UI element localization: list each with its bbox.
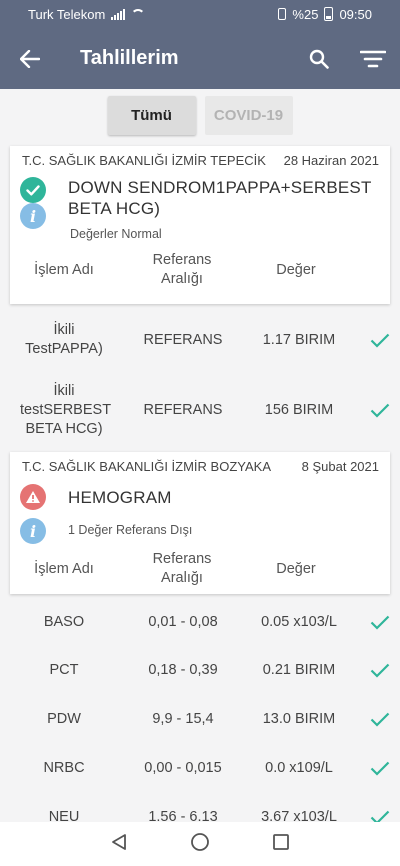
system-nav-bar [0, 822, 400, 866]
result-card[interactable]: T.C. SAĞLIK BAKANLIĞI İZMİR BOZYAKA 8 Şu… [10, 452, 390, 594]
row-name: İkili testSERBEST BETA HCG) [20, 382, 112, 437]
row-name: PDW [47, 710, 81, 727]
info-icon[interactable]: i [20, 518, 46, 544]
row-value: 13.0 BIRIM [262, 711, 336, 727]
hospital-name: T.C. SAĞLIK BAKANLIĞI İZMİR BOZYAKA [22, 459, 271, 474]
row-value: 1.17 BIRIM [262, 332, 336, 348]
table-row[interactable]: PDW 9,9 - 15,4 13.0 BIRIM [0, 707, 400, 731]
app-bar: Tahlillerim [0, 28, 400, 89]
column-header-range: Referans Aralığı [152, 551, 212, 586]
filter-icon [360, 50, 386, 67]
check-icon [360, 663, 400, 678]
result-card[interactable]: T.C. SAĞLIK BAKANLIĞI İZMİR TEPECİK 28 H… [10, 146, 390, 304]
result-date: 8 Şubat 2021 [301, 459, 379, 474]
column-header-name: İşlem Adı [34, 261, 94, 278]
circle-home-icon [191, 832, 209, 851]
table-row[interactable]: BASO 0,01 - 0,08 0.05 x103/L [0, 610, 400, 634]
row-value: 0.0 x109/L [265, 760, 333, 776]
result-summary: Değerler Normal [70, 227, 162, 241]
row-name: NRBC [43, 759, 85, 776]
clock: 09:50 [339, 6, 372, 22]
table-row[interactable]: İkili TestPAPPA) REFERANS 1.17 BIRIM [0, 319, 400, 361]
filter-all-button[interactable]: Tümü [107, 96, 196, 135]
row-range: 9,9 - 15,4 [152, 711, 214, 727]
row-value: 0.05 x103/L [261, 614, 337, 630]
arrow-left-icon [20, 49, 40, 68]
filter-button[interactable] [349, 35, 397, 83]
check-icon [360, 712, 400, 727]
row-range: 0,18 - 0,39 [148, 662, 218, 678]
filter-covid-button[interactable]: COVID-19 [204, 96, 293, 135]
nav-home-button[interactable] [190, 832, 210, 857]
back-button[interactable] [0, 28, 60, 89]
test-name: HEMOGRAM [68, 488, 172, 507]
warning-icon [20, 484, 46, 510]
row-name: PCT [49, 661, 79, 678]
square-recents-icon [273, 833, 289, 850]
wifi-icon [131, 9, 146, 19]
check-icon [360, 403, 400, 418]
row-name: BASO [43, 613, 85, 630]
filter-tabs: Tümü COVID-19 [0, 96, 400, 135]
carrier-name: Turk Telekom [28, 6, 106, 22]
hospital-name: T.C. SAĞLIK BAKANLIĞI İZMİR TEPECİK [22, 153, 266, 168]
row-value: 156 BIRIM [264, 402, 334, 418]
nav-recents-button[interactable] [272, 833, 290, 856]
check-icon [360, 333, 400, 348]
test-name: DOWN SENDROM1PAPPA+SERBEST BETA HCG) [68, 178, 372, 218]
page-title: Tahlillerim [80, 47, 179, 69]
battery-icon [324, 7, 334, 21]
result-date: 28 Haziran 2021 [283, 153, 379, 168]
table-row[interactable]: PCT 0,18 - 0,39 0.21 BIRIM [0, 658, 400, 682]
search-button[interactable] [295, 35, 343, 83]
result-summary: 1 Değer Referans Dışı [68, 523, 193, 537]
row-range: 0,01 - 0,08 [148, 614, 218, 630]
nav-back-button[interactable] [110, 833, 128, 856]
check-circle-icon [20, 177, 46, 203]
vibrate-icon [278, 8, 287, 20]
table-row[interactable]: NRBC 0,00 - 0,015 0.0 x109/L [0, 756, 400, 780]
signal-icon [111, 8, 126, 20]
row-range: REFERANS [143, 402, 223, 418]
check-icon [360, 615, 400, 630]
check-icon [360, 761, 400, 776]
battery-percent: %25 [292, 6, 319, 22]
column-header-name: İşlem Adı [34, 560, 94, 577]
column-header-range: Referans Aralığı [152, 252, 212, 287]
table-row[interactable]: İkili testSERBEST BETA HCG) REFERANS 156… [0, 380, 400, 440]
row-range: 0,00 - 0,015 [144, 760, 222, 776]
column-header-value: Değer [276, 560, 316, 577]
row-name: İkili TestPAPPA) [25, 322, 103, 357]
status-bar: Turk Telekom %25 09:50 [0, 0, 400, 28]
row-range: REFERANS [143, 332, 223, 348]
info-icon[interactable]: i [20, 203, 46, 229]
search-icon [309, 49, 329, 69]
column-header-value: Değer [276, 261, 316, 278]
triangle-back-icon [112, 833, 126, 850]
row-value: 0.21 BIRIM [262, 662, 336, 678]
